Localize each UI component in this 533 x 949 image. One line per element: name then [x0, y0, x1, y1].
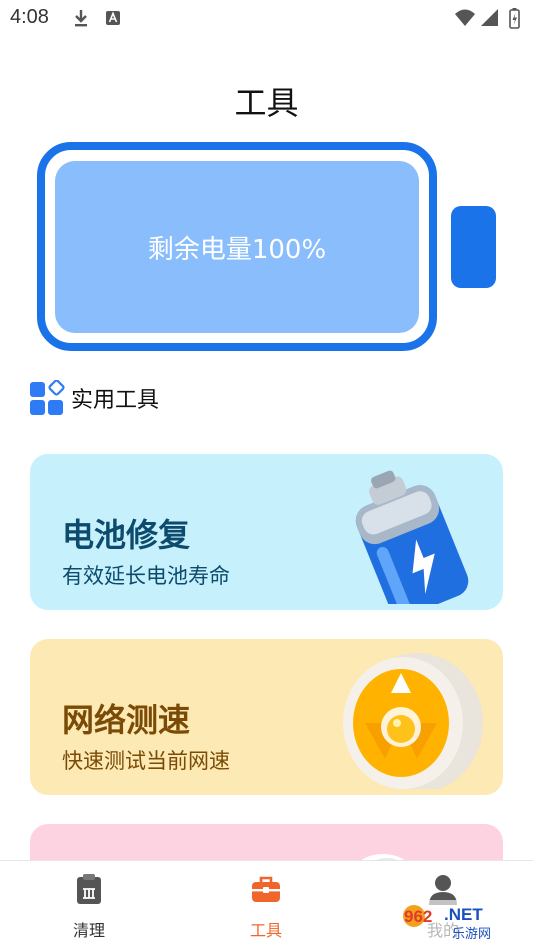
nav-item-clean[interactable]: 清理 [29, 861, 149, 949]
battery-3d-icon [355, 470, 469, 604]
watermark-logo: 962 .NET 乐游网 [394, 900, 529, 942]
battery-repair-card[interactable]: 电池修复 有效延长电池寿命 [30, 454, 503, 610]
card-title: 网络测速 [62, 701, 191, 739]
svg-text:962: 962 [404, 907, 432, 926]
download-icon [75, 10, 87, 27]
clipboard-icon [77, 874, 101, 904]
network-speed-card[interactable]: 网络测速 快速测试当前网速 [30, 639, 503, 795]
nav-label: 工具 [249, 921, 282, 940]
status-time: 4:08 [10, 6, 49, 28]
status-bar: 4:08 [0, 0, 533, 36]
keyboard-a-icon [106, 11, 120, 25]
card-title: 电池修复 [62, 516, 191, 554]
battery-terminal [451, 206, 496, 288]
battery-charging-icon [509, 8, 520, 29]
section-header: 实用工具 [29, 380, 159, 416]
speed-gauge-3d-icon [343, 653, 483, 789]
wifi-icon [455, 9, 475, 26]
card-subtitle: 有效延长电池寿命 [62, 564, 230, 588]
toolbox-icon [252, 876, 280, 902]
svg-text:乐游网: 乐游网 [452, 927, 491, 942]
nav-label: 清理 [72, 921, 105, 940]
card-subtitle: 快速测试当前网速 [62, 749, 230, 773]
battery-remaining-label: 剩余电量100% [147, 234, 327, 265]
grid-tools-icon [30, 380, 65, 415]
page-title: 工具 [234, 84, 299, 122]
battery-indicator: 剩余电量100% [37, 142, 437, 351]
section-title: 实用工具 [71, 388, 160, 413]
battery-level-fill: 剩余电量100% [55, 161, 419, 333]
cellular-signal-icon [481, 9, 498, 26]
svg-text:.NET: .NET [444, 905, 483, 924]
nav-item-tools[interactable]: 工具 [206, 861, 326, 949]
